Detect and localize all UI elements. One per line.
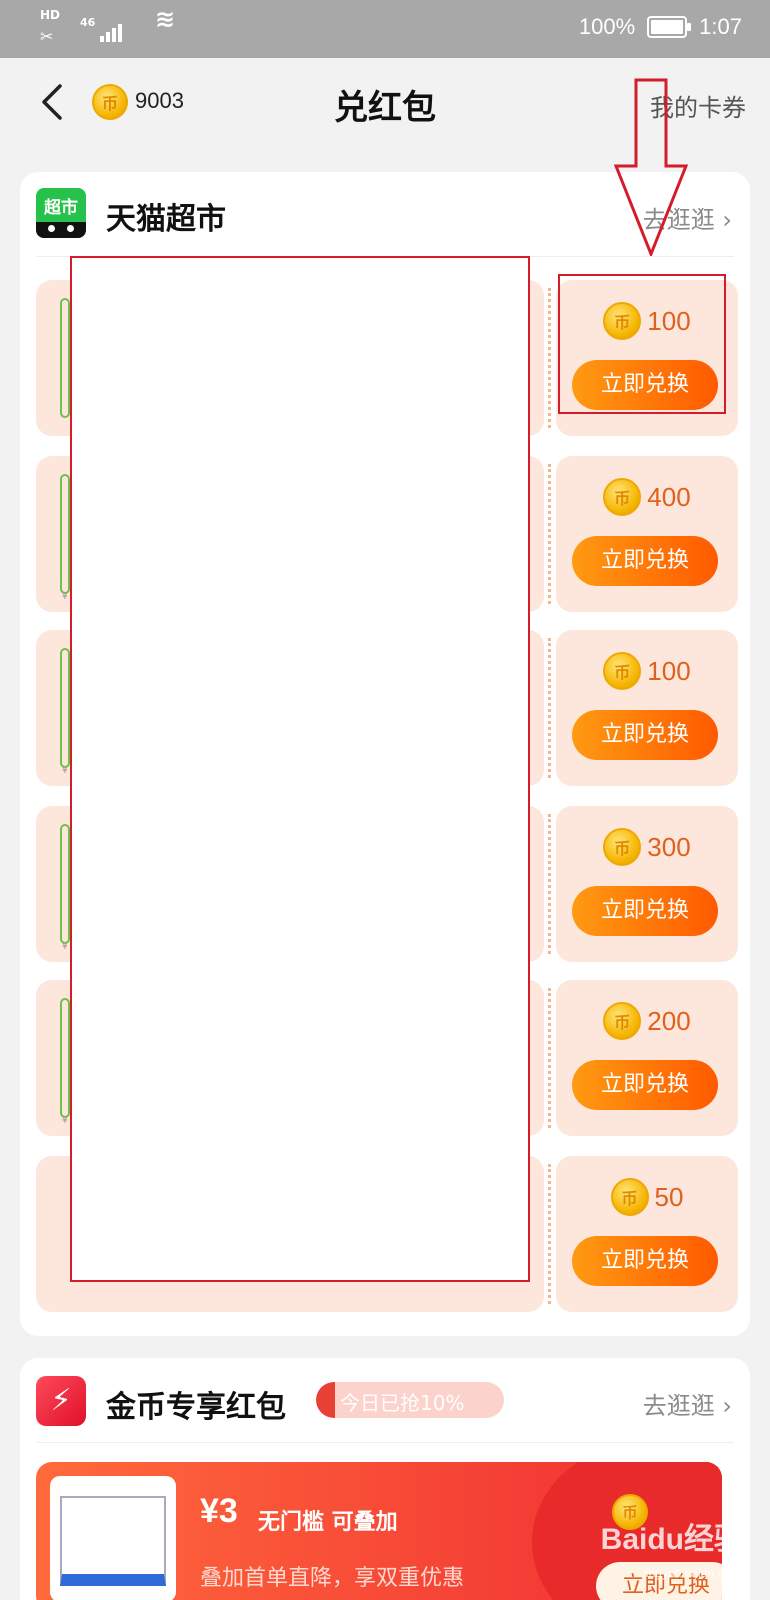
tmall-logo: 超市 [36,188,86,238]
clock: 1:07 [699,14,742,39]
coupon-redeem-panel: 币 100 立即兑换 [556,630,738,786]
coin-glyph: 币 [614,839,631,858]
price-value: 400 [647,481,691,512]
battery-percent: 100% [578,14,636,39]
coin-icon: 币 [603,478,642,516]
lightning-icon: ⚡ [36,1376,86,1426]
coin-icon: 币 [610,1178,649,1216]
coupon-redeem-panel: 币 50 立即兑换 [556,1156,738,1312]
divider [36,1442,734,1443]
coin-glyph: 币 [614,663,631,682]
price-value: 200 [647,1005,691,1036]
product-thumb [60,824,70,944]
price-value: 300 [647,831,691,862]
perforation [548,988,552,1128]
claim-progress: 今日已抢10% [316,1382,504,1418]
status-bar: HD ✂ 46 ≋ 100% 1:07 [0,0,770,58]
progress-text: 今日已抢10% [340,1391,465,1415]
coupon-price: 币 300 [556,828,738,866]
redeem-button[interactable]: 立即兑换 [572,1236,718,1286]
browse-link[interactable]: 去逛逛 › [643,1386,732,1421]
coupon-price: 币 100 [556,652,738,690]
coupon-redeem-panel: 币 300 立即兑换 [556,806,738,962]
coupon-redeem-panel: 币 400 立即兑换 [556,456,738,612]
call-icon: ✂ [40,27,54,46]
battery-fill [651,20,684,34]
yen-mark: ¥ [62,942,68,952]
coin-glyph: 币 [614,1013,631,1032]
perforation [548,638,552,778]
yen-mark: ¥ [62,766,68,776]
redeem-button[interactable]: 立即兑换 [572,1060,718,1110]
cage-image [60,1496,166,1586]
battery-icon [647,16,692,38]
section-title: 天猫超市 [106,202,226,237]
wifi-icon: ≋ [155,5,176,33]
coupon-price: 币 50 [556,1178,738,1216]
coupon-price: 币 400 [556,478,738,516]
status-right: 100% 1:07 [579,14,742,40]
perforation [548,288,552,428]
section-title: 金币专享红包 [106,1390,286,1425]
perforation [548,814,552,954]
price-value: 50 [654,1181,684,1212]
coin-icon: 币 [603,1002,642,1040]
promo-tags: 无门槛 可叠加 [258,1510,398,1535]
watermark-url: jingyan.baidu.com [643,1566,740,1580]
product-thumb [60,998,70,1118]
exclusive-section: ⚡ 金币专享红包 今日已抢10% 去逛逛 › ¥3 无门槛 可叠加 叠加首单直降… [20,1358,750,1600]
coin-glyph: 币 [621,1189,638,1208]
product-image [50,1476,176,1600]
redeem-button[interactable]: 立即兑换 [572,710,718,760]
coin-glyph: 币 [614,489,631,508]
watermark-logo: Baidu经验 [600,1523,744,1556]
hd-indicator: HD [40,8,61,22]
coupon-redeem-panel: 币 200 立即兑换 [556,980,738,1136]
price-value: 100 [647,655,691,686]
coupon-price: 币 200 [556,1002,738,1040]
product-thumb [60,298,70,418]
product-thumb [60,648,70,768]
annotation-arrow-down-icon [614,78,688,256]
product-thumb [60,474,70,594]
redaction-mask [70,256,530,1282]
redeem-button[interactable]: 立即兑换 [572,536,718,586]
progress-fill [316,1382,335,1418]
tmall-cat-icon [36,222,86,238]
promo-amount: ¥3 [200,1492,238,1530]
yen-mark: ¥ [62,1116,68,1126]
coin-icon: 币 [603,652,642,690]
tmall-logo-text: 超市 [44,198,78,218]
coin-icon: 币 [603,828,642,866]
perforation [548,464,552,604]
signal-icon [82,16,122,42]
redeem-button[interactable]: 立即兑换 [572,886,718,936]
yen-mark: ¥ [62,592,68,602]
promo-subtitle: 叠加首单直降，享双重优惠 [200,1566,465,1591]
annotation-highlight-box [558,274,726,414]
perforation [548,1164,552,1304]
